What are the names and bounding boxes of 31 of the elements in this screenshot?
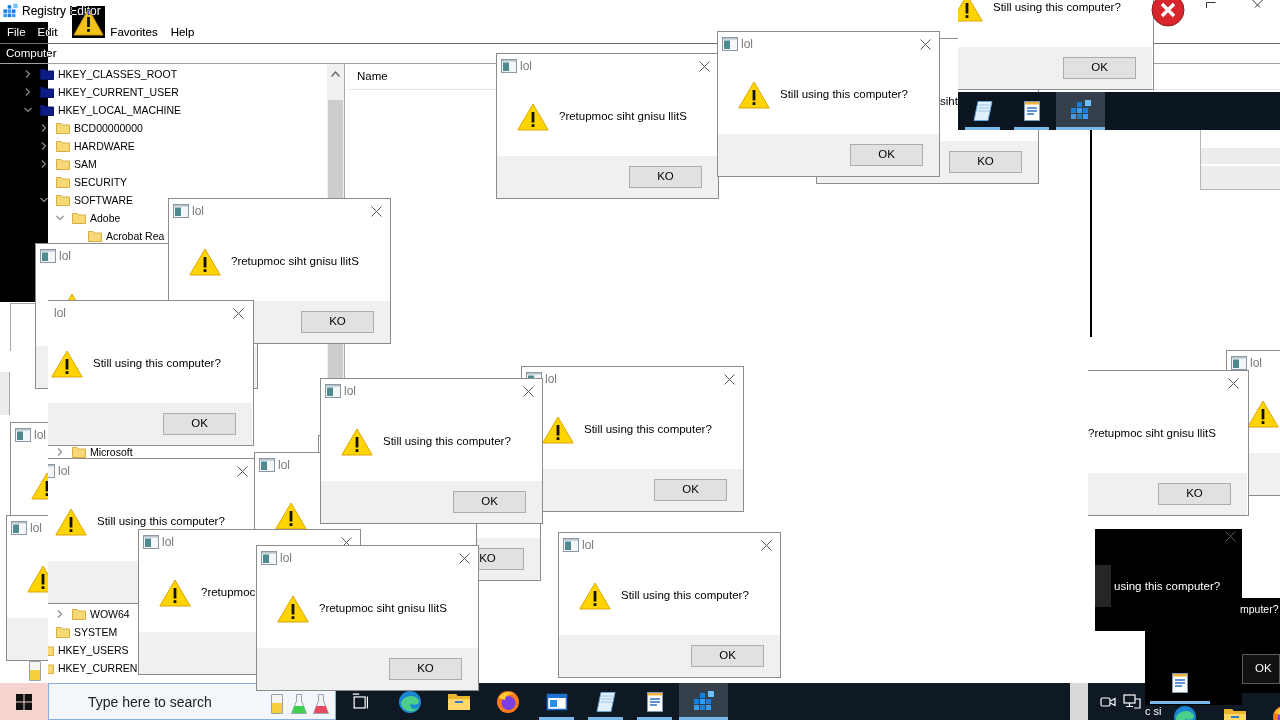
dialog-title: lol	[192, 205, 204, 217]
dialog-message: Still using this computer?	[93, 356, 221, 372]
dialog-message: siht	[940, 94, 958, 110]
dialog-message: ?retupmoc	[201, 585, 256, 601]
dialog-title: lol	[520, 60, 532, 72]
dialog-message: Still using this computer?	[621, 588, 749, 604]
dialog-message: Still using this computer?	[97, 514, 225, 530]
dialog-message: mputer?	[1240, 604, 1280, 615]
dialog-message: Still using this computer?	[993, 0, 1121, 15]
dialog-title: lol	[54, 307, 66, 319]
dialog-title: lol	[582, 539, 594, 551]
dialog-title: lol	[278, 459, 290, 471]
dialog-message: ?retupmoc siht gnisu llitS	[1088, 426, 1216, 442]
dialog-message: Still using this computer?	[584, 422, 712, 438]
dialog-message: ?retupmoc siht gnisu llitS	[319, 601, 447, 617]
dialog-message: Still using this computer?	[780, 87, 908, 103]
dialog-title: lol	[59, 250, 71, 262]
dialog-title: lol	[344, 385, 356, 397]
dialog-title: lol	[1250, 357, 1262, 369]
dialog-title: lol	[34, 429, 46, 441]
dialog-message: using this computer?	[1114, 581, 1221, 593]
dialog-message: Still using this computer?	[383, 434, 511, 450]
dialog-title: lol	[30, 522, 42, 534]
dialog-title: lol	[162, 536, 174, 548]
dialog-title: lol	[280, 552, 292, 564]
dialog-message: ?retupmoc siht gnisu llitS	[559, 109, 687, 125]
dialog-message: ?retupmoc siht gnisu llitS	[231, 254, 359, 270]
dialog-title: lol	[741, 38, 753, 50]
dialog-title: lol	[58, 465, 70, 477]
taskbar-label: c si	[1145, 706, 1162, 717]
dialog-title: lol	[545, 373, 557, 385]
